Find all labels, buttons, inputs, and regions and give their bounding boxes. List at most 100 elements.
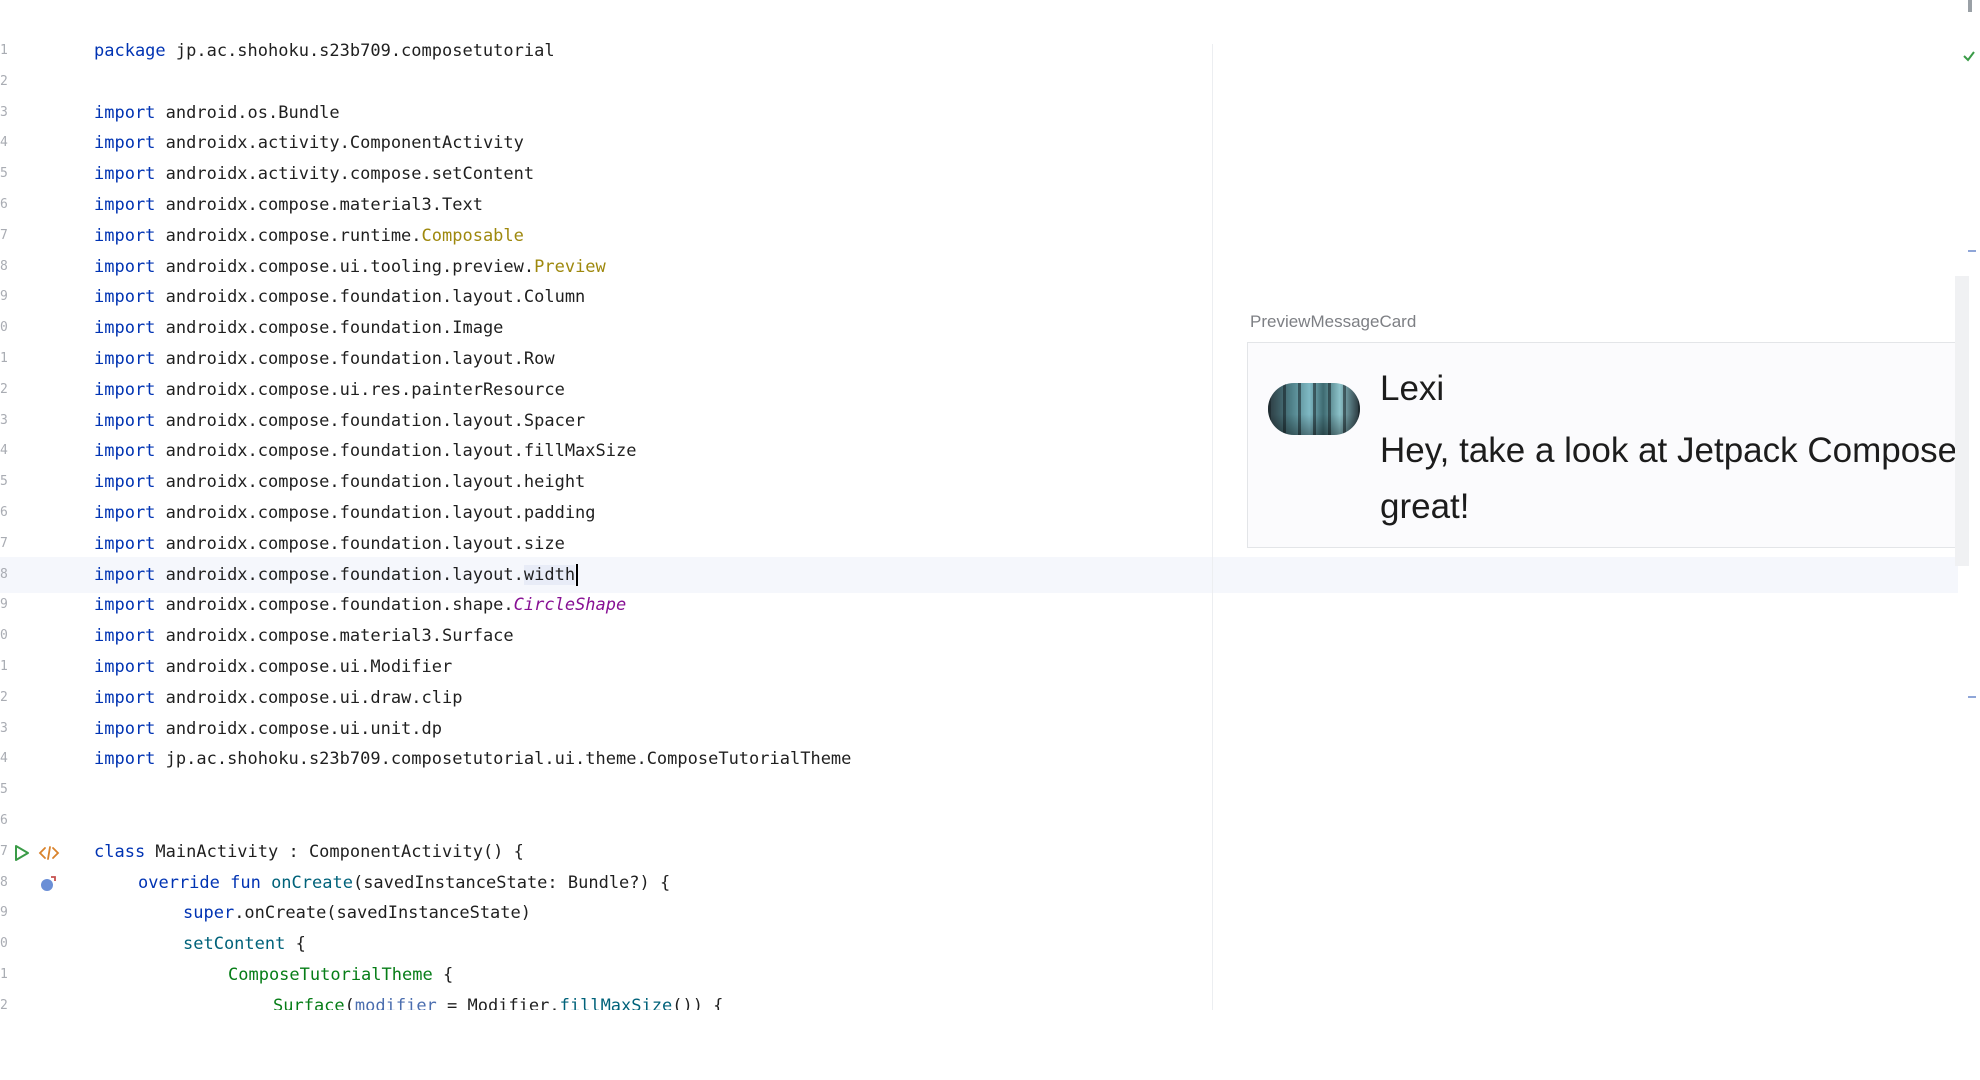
code-line[interactable]: 9 import androidx.compose.foundation.sha… xyxy=(0,590,1212,621)
window-corner-mark xyxy=(1968,0,1972,12)
code-line[interactable]: 5 import androidx.compose.foundation.lay… xyxy=(0,467,1212,498)
code-line[interactable]: 1 ComposeTutorialTheme { xyxy=(0,960,1212,991)
line-text: import androidx.compose.ui.draw.clip xyxy=(94,683,462,714)
code-line[interactable]: 3 import android.os.Bundle xyxy=(0,98,1212,129)
code-line[interactable]: 1 import androidx.compose.ui.Modifier xyxy=(0,652,1212,683)
highlighted-word: width xyxy=(523,564,576,585)
run-icon[interactable] xyxy=(14,844,30,862)
editor-preview-divider[interactable] xyxy=(1212,44,1213,1010)
code-line[interactable]: 1 package jp.ac.shohoku.s23b709.composet… xyxy=(0,36,1212,67)
import-path: android.os.Bundle xyxy=(155,102,340,123)
line-text: import androidx.compose.runtime.Composab… xyxy=(94,221,524,252)
code-line[interactable]: 3 import androidx.compose.ui.unit.dp xyxy=(0,714,1212,745)
code-line[interactable]: 0 setContent { xyxy=(0,929,1212,960)
line-text: Surface(modifier = Modifier.fillMaxSize(… xyxy=(273,991,723,1010)
line-number: 1 xyxy=(0,966,8,982)
code-line-current[interactable]: 8 import androidx.compose.foundation.lay… xyxy=(0,560,1212,591)
gutter-icons xyxy=(14,837,74,868)
line-number: 8 xyxy=(0,258,8,274)
line-text: import androidx.activity.ComponentActivi… xyxy=(94,128,524,159)
line-text: import androidx.compose.foundation.layou… xyxy=(94,560,579,591)
code-line[interactable]: 9 import androidx.compose.foundation.lay… xyxy=(0,282,1212,313)
code-line[interactable]: 5 xyxy=(0,775,1212,806)
line-number: 2 xyxy=(0,689,8,705)
error-stripe-marker[interactable] xyxy=(1968,696,1976,698)
author-name: Lexi xyxy=(1380,369,1445,408)
import-path: androidx.compose.ui.res.painterResource xyxy=(155,379,565,400)
line-text: import androidx.compose.foundation.layou… xyxy=(94,282,585,313)
line-number: 5 xyxy=(0,474,8,490)
import-path: androidx.compose.foundation.layout. xyxy=(155,564,524,585)
code-icon[interactable] xyxy=(38,844,60,862)
override-icon[interactable] xyxy=(38,875,58,893)
code-line[interactable]: 2 Surface(modifier = Modifier.fillMaxSiz… xyxy=(0,991,1212,1010)
line-number: 7 xyxy=(0,535,8,551)
line-number: 3 xyxy=(0,104,8,120)
keyword: import xyxy=(94,348,156,369)
line-text: package jp.ac.shohoku.s23b709.composetut… xyxy=(94,36,555,67)
line-number: 8 xyxy=(0,566,8,582)
code-line[interactable]: 2 import androidx.compose.ui.draw.clip xyxy=(0,683,1212,714)
line-number: 9 xyxy=(0,289,8,305)
code-line[interactable]: 0 import androidx.compose.foundation.Ima… xyxy=(0,313,1212,344)
code-line[interactable]: 1 import androidx.compose.foundation.lay… xyxy=(0,344,1212,375)
keyword: import xyxy=(94,472,156,493)
code-line[interactable]: 7 import androidx.compose.foundation.lay… xyxy=(0,529,1212,560)
line-text: import jp.ac.shohoku.s23b709.composetuto… xyxy=(94,744,851,775)
code-line[interactable]: 4 import jp.ac.shohoku.s23b709.composetu… xyxy=(0,744,1212,775)
keyword: import xyxy=(94,102,156,123)
code-line[interactable]: 7 import androidx.compose.runtime.Compos… xyxy=(0,221,1212,252)
code-lines: 1 package jp.ac.shohoku.s23b709.composet… xyxy=(0,36,1212,1010)
import-path: androidx.compose.ui.Modifier xyxy=(155,656,453,677)
assignment: = Modifier. xyxy=(436,995,560,1010)
code-line[interactable]: 8 override fun onCreate(savedInstanceSta… xyxy=(0,868,1212,899)
code-line[interactable]: 8 import androidx.compose.ui.tooling.pre… xyxy=(0,252,1212,283)
code-editor[interactable]: 1 package jp.ac.shohoku.s23b709.composet… xyxy=(0,0,1212,1010)
preview-scrollbar[interactable] xyxy=(1955,276,1969,566)
line-text: import androidx.compose.foundation.layou… xyxy=(94,467,585,498)
code-line[interactable]: 5 import androidx.activity.compose.setCo… xyxy=(0,159,1212,190)
preview-message-card[interactable]: Lexi Hey, take a look at Jetpack Compose… xyxy=(1247,342,1960,548)
code-line[interactable]: 9 super.onCreate(savedInstanceState) xyxy=(0,898,1212,929)
import-path: androidx.compose.foundation.layout.Colum… xyxy=(155,287,586,308)
ide-window: 1 package jp.ac.shohoku.s23b709.composet… xyxy=(0,0,1980,1080)
line-text: super.onCreate(savedInstanceState) xyxy=(183,898,531,929)
import-path: androidx.compose.ui.tooling.preview. xyxy=(155,256,535,277)
function-params: (savedInstanceState: Bundle?) { xyxy=(352,872,671,893)
line-number: 3 xyxy=(0,720,8,736)
keyword: import xyxy=(94,687,156,708)
code-line[interactable]: 2 xyxy=(0,67,1212,98)
code-line[interactable]: 6 import androidx.compose.foundation.lay… xyxy=(0,498,1212,529)
import-path: androidx.compose.material3.Text xyxy=(155,194,483,215)
keyword: import xyxy=(94,564,156,585)
keyword: package xyxy=(94,41,166,61)
import-path: androidx.compose.foundation.layout.paddi… xyxy=(155,502,596,523)
keyword: class xyxy=(94,841,146,862)
code-line[interactable]: 4 import androidx.activity.ComponentActi… xyxy=(0,128,1212,159)
line-text: import androidx.compose.foundation.Image xyxy=(94,313,503,344)
keyword: import xyxy=(94,749,156,770)
check-icon[interactable] xyxy=(1962,50,1976,62)
keyword: import xyxy=(94,287,156,308)
line-number: 4 xyxy=(0,751,8,767)
line-number: 4 xyxy=(0,443,8,459)
code-line[interactable]: 6 import androidx.compose.material3.Text xyxy=(0,190,1212,221)
annotation-name: Composable xyxy=(421,225,524,246)
keyword: import xyxy=(94,533,156,554)
code-line[interactable]: 6 xyxy=(0,806,1212,837)
code-line[interactable]: 3 import androidx.compose.foundation.lay… xyxy=(0,406,1212,437)
code-line[interactable]: 7 class MainActivity : ComponentActivity… xyxy=(0,837,1212,868)
code-line[interactable]: 0 import androidx.compose.material3.Surf… xyxy=(0,621,1212,652)
paren: ( xyxy=(344,995,355,1010)
error-stripe-marker[interactable] xyxy=(1968,250,1976,252)
code-line[interactable]: 2 import androidx.compose.ui.res.painter… xyxy=(0,375,1212,406)
import-path: androidx.compose.foundation.layout.fillM… xyxy=(155,441,637,462)
import-path: androidx.compose.material3.Surface xyxy=(155,626,514,647)
code-line[interactable]: 4 import androidx.compose.foundation.lay… xyxy=(0,436,1212,467)
line-number: 1 xyxy=(0,43,8,58)
line-text: import androidx.compose.ui.unit.dp xyxy=(94,714,442,745)
function-name: fillMaxSize xyxy=(559,995,673,1010)
import-path: androidx.compose.foundation.layout.heigh… xyxy=(155,472,586,493)
import-path: androidx.compose.runtime. xyxy=(155,225,422,246)
keyword: import xyxy=(94,225,156,246)
